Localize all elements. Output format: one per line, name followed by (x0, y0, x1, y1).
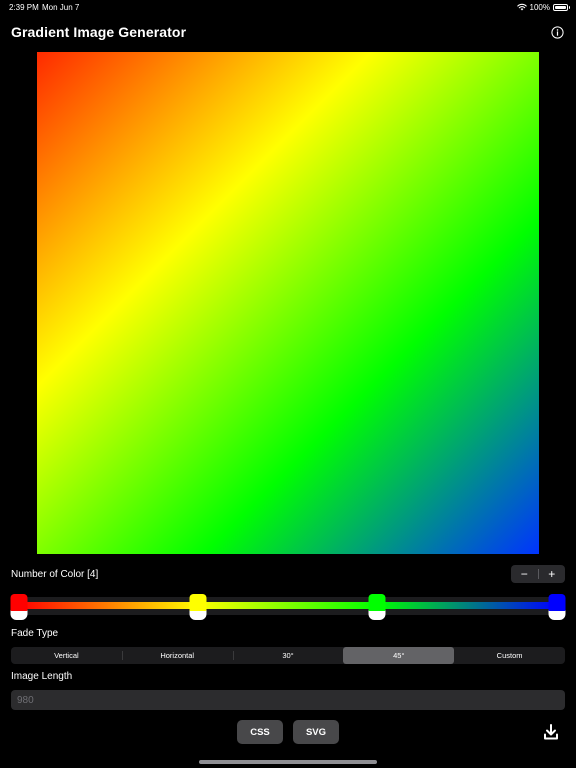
battery-icon (553, 3, 570, 11)
image-length-field[interactable] (11, 690, 565, 710)
color-stop-handle[interactable] (548, 594, 566, 620)
image-length-label: Image Length (11, 671, 73, 682)
color-stop-swatch (548, 594, 566, 611)
info-circle-icon (551, 26, 564, 39)
color-stop-swatch (189, 594, 207, 611)
color-stop-grip (548, 610, 566, 620)
home-indicator (199, 760, 377, 764)
wifi-icon (516, 3, 527, 11)
status-indicators: 100% (516, 2, 570, 12)
fade-type-option[interactable]: Horizontal (121, 647, 233, 664)
download-icon (544, 724, 558, 740)
color-stop-handle[interactable] (368, 594, 386, 620)
info-button[interactable] (551, 26, 564, 39)
fade-type-label: Fade Type (11, 628, 59, 639)
increment-button[interactable]: + (539, 565, 566, 583)
gradient-preview (37, 52, 539, 554)
fade-type-option[interactable]: 45° (343, 647, 455, 664)
fade-type-option[interactable]: Custom (454, 647, 565, 664)
color-stop-swatch (10, 594, 28, 611)
decrement-button[interactable]: − (511, 565, 538, 583)
svg-button[interactable]: SVG (293, 720, 339, 744)
color-stop-handle[interactable] (10, 594, 28, 620)
download-button[interactable] (542, 723, 560, 741)
fade-type-option[interactable]: 30° (232, 647, 344, 664)
status-time: 2:39 PM (9, 3, 39, 12)
fade-type-option[interactable]: Vertical (11, 647, 122, 664)
track-gradient (19, 602, 557, 609)
color-stop-grip (189, 610, 207, 620)
page-title: Gradient Image Generator (11, 24, 187, 40)
color-stop-grip (368, 610, 386, 620)
color-stop-handle[interactable] (189, 594, 207, 620)
status-date: Mon Jun 7 (42, 3, 80, 12)
fade-type-control[interactable]: Vertical Horizontal 30° 45° Custom (11, 647, 565, 664)
color-stop-grip (10, 610, 28, 620)
color-count-label: Number of Color [4] (11, 569, 99, 580)
color-stop-swatch (368, 594, 386, 611)
battery-percent: 100% (529, 2, 550, 12)
color-stop-track[interactable] (10, 594, 566, 620)
css-button[interactable]: CSS (237, 720, 283, 744)
color-count-stepper[interactable]: − + (511, 565, 565, 583)
